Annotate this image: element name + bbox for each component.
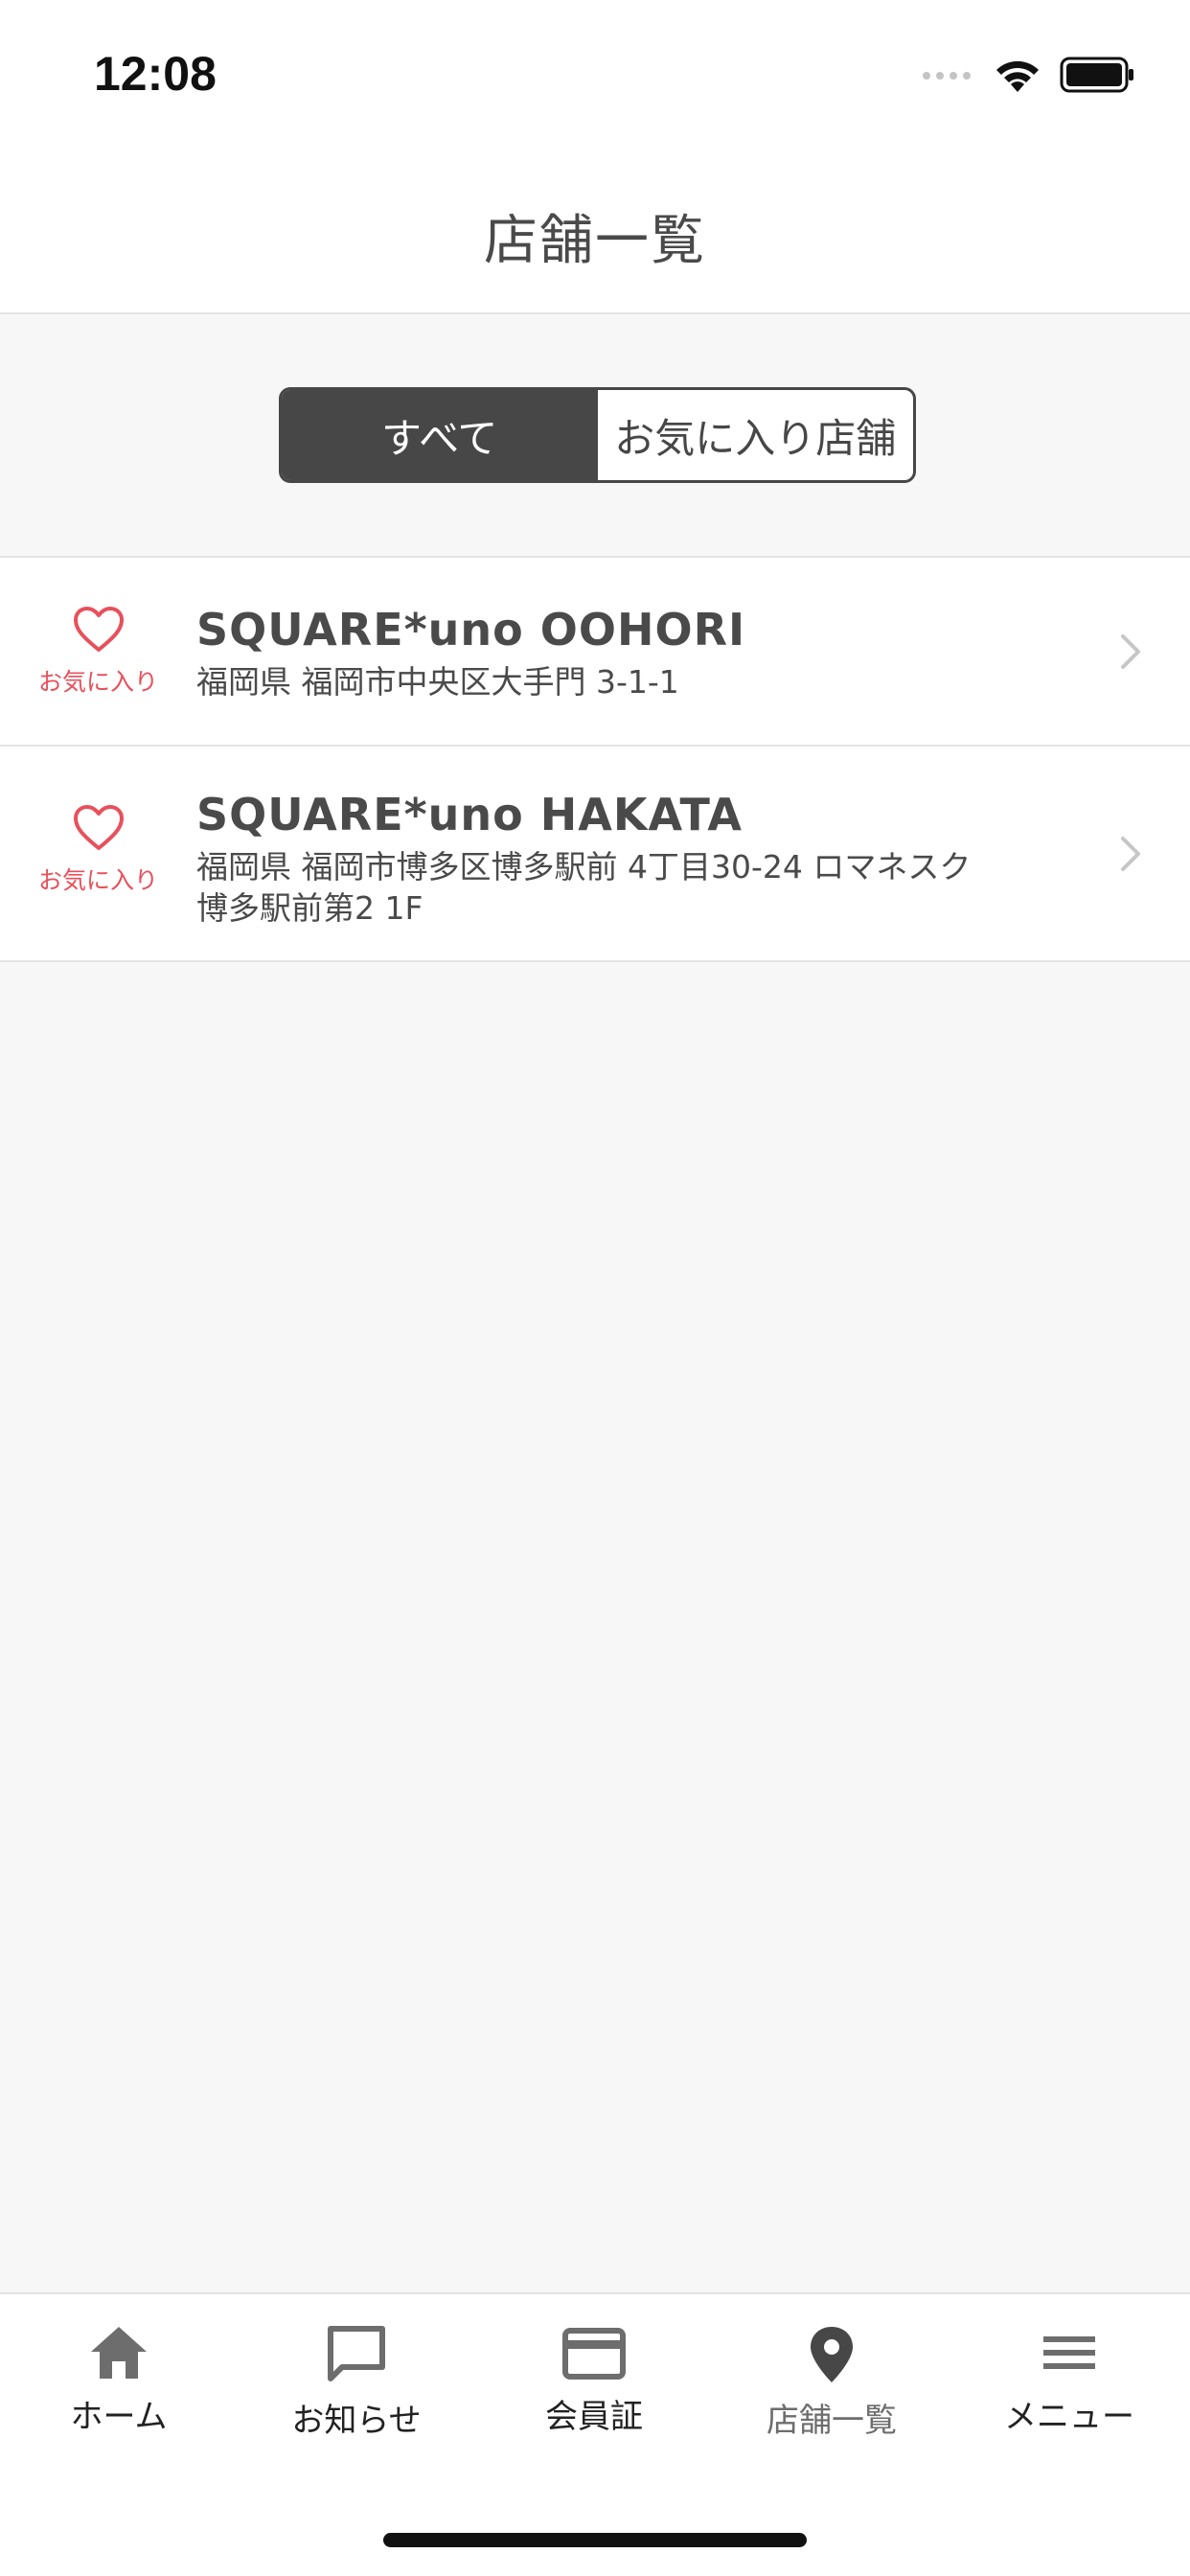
tab-label: メニュー <box>1004 2398 1134 2436</box>
status-time: 12:08 <box>94 47 217 101</box>
home-icon <box>91 2327 147 2379</box>
store-address: 福岡県 福岡市中央区大手門 3-1-1 <box>196 663 679 701</box>
tab-menu[interactable]: メニュー <box>950 2323 1188 2437</box>
store-address: 福岡県 福岡市博多区博多駅前 4丁目30-24 ロマネスク博多駅前第2 1F <box>196 848 972 927</box>
store-list: お気に入り SQUARE*uno OOHORI 福岡県 福岡市中央区大手門 3-… <box>0 556 1190 962</box>
battery-icon <box>1060 57 1133 93</box>
nav-header: 店舗一覧 <box>0 144 1190 314</box>
tab-label: 店舗一覧 <box>767 2402 897 2440</box>
tab-store-list[interactable]: 店舗一覧 <box>713 2323 950 2441</box>
message-icon <box>328 2326 385 2381</box>
list-item[interactable]: お気に入り SQUARE*uno HAKATA 福岡県 福岡市博多区博多駅前 4… <box>0 747 1190 962</box>
segment-favorites[interactable]: お気に入り店舗 <box>598 390 914 480</box>
page-title: 店舗一覧 <box>484 210 706 272</box>
store-list-screen: 12:08 店舗一覧 すべて お気に入り店舗 お気に入り SQUARE*uno … <box>0 0 1190 2576</box>
card-icon <box>562 2328 626 2380</box>
favorite-label: お気に入り <box>37 668 158 696</box>
tab-label: お知らせ <box>291 2402 422 2440</box>
favorite-button[interactable]: お気に入り <box>29 606 168 698</box>
status-icons <box>922 56 1136 94</box>
tab-news[interactable]: お知らせ <box>238 2323 475 2441</box>
tab-membership-card[interactable]: 会員証 <box>475 2323 713 2437</box>
store-name: SQUARE*uno OOHORI <box>196 604 746 656</box>
status-bar: 12:08 <box>0 0 1190 144</box>
signal-icon <box>923 72 971 80</box>
wifi-icon <box>996 60 1039 92</box>
chevron-right-icon <box>1121 634 1140 669</box>
tab-label: ホーム <box>70 2398 168 2436</box>
filter-segmented-control: すべて お気に入り店舗 <box>279 387 916 483</box>
segment-all[interactable]: すべて <box>282 390 598 480</box>
tab-home[interactable]: ホーム <box>0 2323 238 2437</box>
favorite-label: お気に入り <box>37 866 158 894</box>
location-pin-icon <box>811 2327 853 2382</box>
store-name: SQUARE*uno HAKATA <box>196 789 743 840</box>
heart-icon <box>73 607 124 652</box>
heart-icon <box>73 805 124 850</box>
chevron-right-icon <box>1121 837 1140 871</box>
home-indicator <box>383 2533 807 2547</box>
favorite-button[interactable]: お気に入り <box>29 804 168 896</box>
list-item[interactable]: お気に入り SQUARE*uno OOHORI 福岡県 福岡市中央区大手門 3-… <box>0 558 1190 747</box>
tab-label: 会員証 <box>545 2398 643 2436</box>
menu-icon <box>1043 2336 1095 2369</box>
